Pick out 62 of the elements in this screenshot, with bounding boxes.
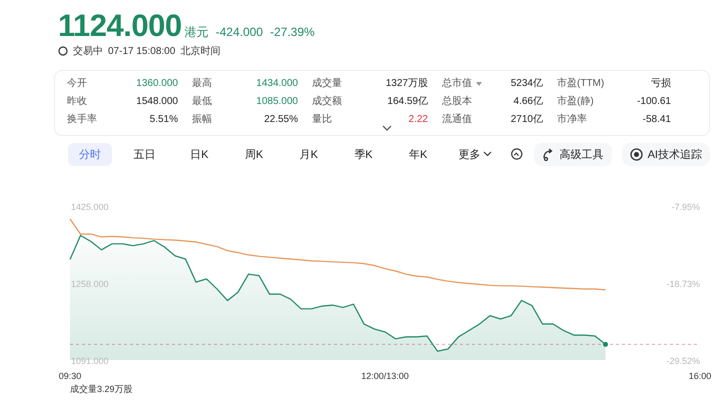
stat-value: 5234亿: [510, 77, 544, 91]
stat-label: 市盈(静): [557, 94, 594, 109]
compare-icon[interactable]: [510, 146, 524, 162]
stat-label: 量比: [312, 112, 332, 127]
stat-label: 振幅: [192, 113, 212, 127]
stat-label: 最高: [192, 76, 212, 91]
tool-button[interactable]: 高级工具: [534, 142, 612, 166]
stat-label: 总市值: [442, 76, 472, 91]
percent-axis-label: -7.95%: [671, 202, 700, 212]
period-tab[interactable]: 月K: [286, 142, 331, 166]
stat-value: 2710亿: [510, 113, 544, 127]
stat-value: 164.59亿: [386, 95, 429, 109]
tool-button[interactable]: AI技术追踪: [622, 142, 710, 166]
stat-value: 22.55%: [263, 113, 299, 127]
percent-change: -27.39%: [270, 25, 315, 39]
stat-label: 市净率: [557, 112, 587, 127]
stat-value: -58.41: [642, 113, 672, 127]
stat-value: 1360.000: [135, 77, 179, 91]
trading-status: 交易中: [73, 44, 103, 58]
quote-time: 07-17 15:08:00: [108, 46, 176, 56]
status-icon: [58, 46, 68, 56]
stat-value: -100.61: [636, 95, 672, 109]
stat-label: 昨收: [67, 95, 87, 109]
period-tab[interactable]: 日K: [177, 142, 222, 166]
stat-label: 最低: [192, 95, 212, 109]
stock-price: 1124.000: [58, 8, 182, 44]
chevron-icon: [482, 151, 492, 157]
chevron-icon[interactable]: [381, 124, 393, 132]
volume-label: 成交量3.29万股: [70, 383, 134, 396]
period-tab[interactable]: 分时: [68, 142, 112, 166]
x-axis-label: 16:00: [688, 371, 712, 381]
period-tab[interactable]: 更多: [451, 142, 500, 166]
y-axis-label: 1425.000: [71, 202, 109, 212]
stat-label: 今开: [67, 77, 87, 91]
period-tab[interactable]: 周K: [232, 142, 276, 166]
timezone-label: 北京时间: [180, 44, 220, 58]
x-axis-label: 09:30: [58, 371, 82, 381]
stat-value: 1327万股: [384, 77, 429, 91]
stat-value: 1085.000: [255, 95, 299, 109]
period-tab[interactable]: 年K: [396, 142, 440, 166]
stat-value: 1434.000: [255, 77, 299, 91]
currency-label: 港元: [184, 24, 209, 41]
period-tab[interactable]: 季K: [342, 142, 386, 166]
stat-value: 4.66亿: [512, 95, 544, 109]
percent-axis-label: -18.73%: [666, 279, 700, 289]
stat-label: 换手率: [67, 112, 97, 127]
target-icon: [630, 148, 643, 160]
stat-value: 1548.000: [135, 95, 179, 109]
stat-value: 5.51%: [148, 113, 179, 127]
price-change: -424.000: [216, 25, 263, 39]
curve-arrow-icon: [542, 148, 555, 160]
stat-label: 成交量: [312, 76, 342, 91]
stat-value: 2.22: [408, 113, 429, 127]
stat-label: 流通值: [442, 112, 472, 127]
stat-label: 成交额: [312, 94, 342, 109]
stat-value: 亏损: [650, 77, 672, 91]
x-axis-label: 12:00/13:00: [361, 371, 409, 381]
period-tab[interactable]: 五日: [122, 142, 166, 166]
stat-label: 市盈(TTM): [557, 76, 604, 91]
percent-axis-label: -29.52%: [666, 356, 700, 366]
caret-icon[interactable]: [476, 82, 482, 86]
stat-label: 总股本: [442, 94, 472, 109]
